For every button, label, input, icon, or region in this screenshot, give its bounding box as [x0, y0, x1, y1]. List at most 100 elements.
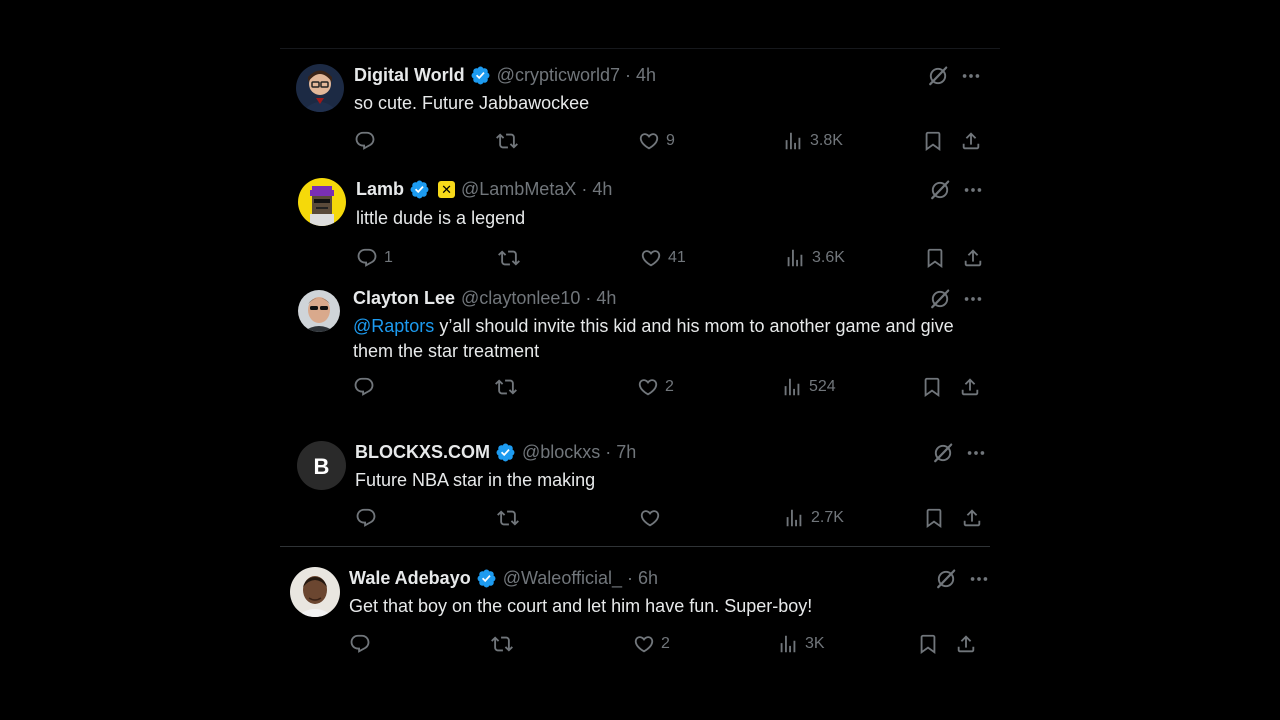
- view-count: 3K: [805, 635, 825, 652]
- user-handle[interactable]: @LambMetaX: [461, 179, 576, 200]
- like-button[interactable]: 2: [637, 376, 674, 398]
- share-button[interactable]: [959, 376, 981, 398]
- grok-icon[interactable]: [934, 567, 958, 591]
- share-button[interactable]: [961, 507, 983, 529]
- avatar[interactable]: [296, 64, 344, 112]
- repost-icon: [497, 507, 519, 529]
- separator-dot: ·: [624, 64, 631, 85]
- grok-icon[interactable]: [928, 287, 952, 311]
- views-icon: [781, 376, 803, 398]
- reply-text: @Raptors y’all should invite this kid an…: [353, 314, 984, 364]
- avatar[interactable]: [298, 290, 340, 332]
- avatar[interactable]: [290, 567, 340, 617]
- separator-dot: ·: [627, 567, 634, 588]
- reply-button[interactable]: 1: [356, 247, 393, 269]
- display-name[interactable]: Lamb: [356, 179, 404, 200]
- bookmark-button[interactable]: [923, 507, 945, 529]
- repost-icon: [496, 130, 518, 152]
- repost-icon: [491, 633, 513, 655]
- like-icon: [639, 507, 661, 529]
- reply-button[interactable]: [349, 633, 377, 655]
- display-name[interactable]: BLOCKXS.COM: [355, 442, 490, 463]
- repost-button[interactable]: [495, 376, 523, 398]
- like-button[interactable]: 9: [638, 130, 675, 152]
- verified-badge-icon: [495, 442, 516, 463]
- views-button[interactable]: 3.8K: [782, 130, 843, 152]
- reply-button[interactable]: [354, 130, 382, 152]
- reply-count: 1: [384, 249, 393, 266]
- reply-icon: [354, 130, 376, 152]
- view-count: 3.6K: [812, 249, 845, 266]
- reply-text: so cute. Future Jabbawockee: [354, 93, 590, 113]
- repost-icon: [495, 376, 517, 398]
- avatar[interactable]: B: [297, 441, 346, 490]
- like-icon: [637, 376, 659, 398]
- share-icon: [959, 376, 981, 398]
- views-icon: [777, 633, 799, 655]
- timestamp[interactable]: 4h: [636, 65, 656, 86]
- like-button[interactable]: [639, 507, 667, 529]
- reply-button[interactable]: [355, 507, 383, 529]
- display-name[interactable]: Digital World: [354, 65, 465, 86]
- bookmark-button[interactable]: [917, 633, 939, 655]
- view-count: 3.8K: [810, 132, 843, 149]
- separator-dot: ·: [581, 178, 588, 199]
- timestamp[interactable]: 6h: [638, 568, 658, 589]
- views-button[interactable]: 3.6K: [784, 247, 845, 269]
- more-icon[interactable]: [968, 568, 990, 590]
- views-button[interactable]: 524: [781, 376, 836, 398]
- repost-icon: [498, 247, 520, 269]
- views-icon: [782, 130, 804, 152]
- share-button[interactable]: [955, 633, 977, 655]
- affiliate-badge[interactable]: ✕: [438, 180, 456, 198]
- repost-button[interactable]: [498, 247, 526, 269]
- display-name[interactable]: Wale Adebayo: [349, 568, 471, 589]
- reply-text: Get that boy on the court and let him ha…: [349, 596, 813, 616]
- avatar[interactable]: [298, 178, 346, 226]
- reply-button[interactable]: [353, 376, 381, 398]
- share-button[interactable]: [960, 130, 982, 152]
- grok-icon[interactable]: [928, 178, 952, 202]
- repost-button[interactable]: [496, 130, 524, 152]
- user-handle[interactable]: @blockxs: [522, 442, 600, 463]
- bookmark-icon: [923, 507, 945, 529]
- reply-icon: [355, 507, 377, 529]
- views-icon: [783, 507, 805, 529]
- section-divider: [280, 546, 990, 547]
- bookmark-button[interactable]: [924, 247, 946, 269]
- views-button[interactable]: 3K: [777, 633, 825, 655]
- views-icon: [784, 247, 806, 269]
- views-button[interactable]: 2.7K: [783, 507, 844, 529]
- verified-badge-icon: [470, 65, 491, 86]
- user-handle[interactable]: @claytonlee10: [461, 288, 580, 309]
- share-button[interactable]: [962, 247, 984, 269]
- more-icon[interactable]: [962, 179, 984, 201]
- avatar-letter: B: [314, 454, 330, 479]
- timestamp[interactable]: 4h: [592, 179, 612, 200]
- separator-dot: ·: [585, 287, 592, 308]
- grok-icon[interactable]: [931, 441, 955, 465]
- more-icon[interactable]: [960, 65, 982, 87]
- user-handle[interactable]: @Waleofficial_: [503, 568, 622, 589]
- top-separator: [280, 48, 1000, 49]
- repost-button[interactable]: [491, 633, 519, 655]
- bookmark-button[interactable]: [921, 376, 943, 398]
- bookmark-button[interactable]: [922, 130, 944, 152]
- like-button[interactable]: 41: [640, 247, 686, 269]
- like-button[interactable]: 2: [633, 633, 670, 655]
- timestamp[interactable]: 7h: [616, 442, 636, 463]
- repost-button[interactable]: [497, 507, 525, 529]
- view-count: 524: [809, 378, 836, 395]
- display-name[interactable]: Clayton Lee: [353, 288, 455, 309]
- like-icon: [640, 247, 662, 269]
- reply-icon: [353, 376, 375, 398]
- more-icon[interactable]: [962, 288, 984, 310]
- more-icon[interactable]: [965, 442, 987, 464]
- like-count: 9: [666, 132, 675, 149]
- like-count: 2: [661, 635, 670, 652]
- user-handle[interactable]: @crypticworld7: [497, 65, 620, 86]
- grok-icon[interactable]: [926, 64, 950, 88]
- bookmark-icon: [922, 130, 944, 152]
- timestamp[interactable]: 4h: [596, 288, 616, 309]
- mention-link[interactable]: @Raptors: [353, 316, 434, 336]
